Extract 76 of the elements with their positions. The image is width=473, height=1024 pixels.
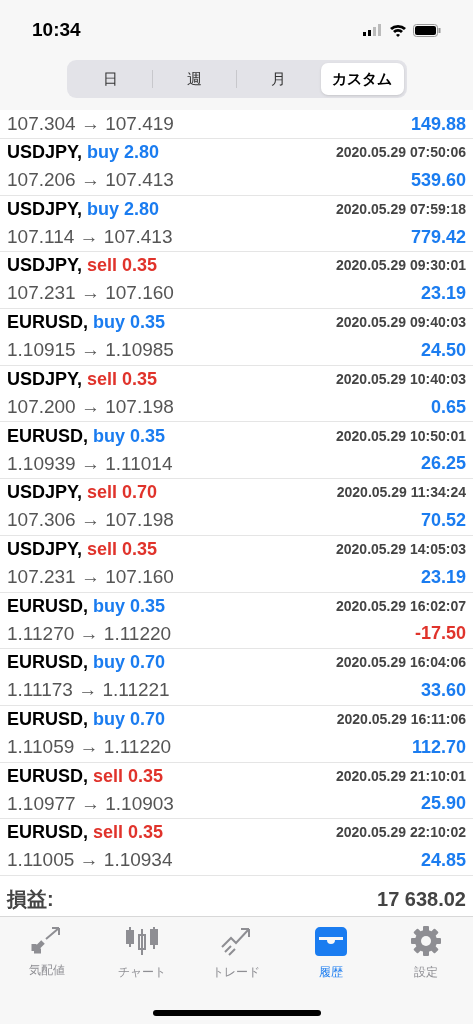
- price-range: 107.304 → 107.419: [7, 111, 174, 136]
- tab-bar-item[interactable]: 履歴: [283, 925, 379, 981]
- price-range: 1.11005 → 1.10934: [7, 848, 173, 873]
- price-range: 1.11270 → 1.11220: [7, 621, 172, 646]
- deal-title: USDJPY, sell 0.70: [7, 481, 158, 505]
- period-tab[interactable]: 日: [69, 63, 153, 95]
- deal-time: 2020.05.29 21:10:01: [336, 766, 466, 786]
- profit-value: 70.52: [420, 508, 466, 532]
- profit-value: 24.85: [420, 849, 466, 873]
- price-range: 107.231 → 107.160: [7, 281, 174, 306]
- profit-value: 149.88: [410, 112, 466, 136]
- price-range: 107.114 → 107.413: [7, 224, 173, 249]
- deal-row[interactable]: USDJPY, buy 2.80 2020.05.29 07:59:18 107.114 → 107.413 779.42: [0, 195, 473, 253]
- price-range: 107.231 → 107.160: [7, 564, 174, 589]
- deal-row[interactable]: EURUSD, buy 0.35 2020.05.29 10:50:01 1.10939 → 1.11014 26.25: [0, 422, 473, 480]
- candlestick-icon: [124, 925, 159, 957]
- battery-icon: [413, 23, 441, 37]
- profit-value: 779.42: [410, 225, 466, 249]
- deal-title: EURUSD, buy 0.70: [7, 707, 166, 731]
- profit-value: 33.60: [420, 679, 466, 703]
- deal-time: 2020.05.29 10:40:03: [336, 369, 466, 389]
- deal-title: EURUSD, buy 0.35: [7, 311, 166, 335]
- profit-value: 24.50: [420, 338, 466, 362]
- deal-row[interactable]: EURUSD, sell 0.35 2020.05.29 21:10:01 1.10977 → 1.10903 25.90: [0, 762, 473, 820]
- price-range: 1.10939 → 1.11014: [7, 451, 173, 476]
- period-tab[interactable]: 月: [237, 63, 320, 95]
- profit-value: 539.60: [410, 168, 466, 192]
- deal-row[interactable]: EURUSD, buy 0.70 2020.05.29 16:11:06 1.11059 → 1.11220 112.70: [0, 705, 473, 763]
- period-tab[interactable]: カスタム: [320, 63, 404, 95]
- deal-row[interactable]: EURUSD, sell 0.35 2020.05.29 22:10:02 1.11005 → 1.10934 24.85: [0, 819, 473, 876]
- deal-time: 2020.05.29 09:40:03: [336, 313, 466, 333]
- deal-time: 2020.05.29 16:04:06: [336, 653, 466, 673]
- deal-title: USDJPY, sell 0.35: [7, 367, 158, 391]
- deal-time: 2020.05.29 11:34:24: [336, 483, 466, 503]
- price-range: 107.206 → 107.413: [7, 168, 174, 193]
- profit-value: 23.19: [420, 565, 466, 589]
- deal-row[interactable]: EURUSD, buy 0.35 2020.05.29 16:02:07 1.11270 → 1.11220 -17.50: [0, 592, 473, 650]
- deal-title: EURUSD, buy 0.70: [7, 651, 166, 675]
- price-range: 1.10915 → 1.10985: [7, 338, 174, 363]
- profit-value: 23.19: [420, 282, 466, 306]
- deal-time: 2020.05.29 10:50:01: [336, 426, 466, 446]
- deal-row[interactable]: USDJPY, sell 0.70 2020.05.29 11:34:24 107.306 → 107.198 70.52: [0, 479, 473, 536]
- profit-value: -17.50: [414, 622, 466, 646]
- deal-row[interactable]: EURUSD, buy 0.35 2020.05.29 09:40:03 1.10915 → 1.10985 24.50: [0, 309, 473, 366]
- signal-icon: [363, 24, 383, 36]
- price-range: 1.11059 → 1.11220: [7, 734, 172, 759]
- deal-time: 2020.05.29 16:02:07: [336, 596, 466, 616]
- deal-time: 2020.05.29 09:30:01: [336, 256, 466, 276]
- deal-title: EURUSD, sell 0.35: [7, 821, 164, 845]
- deal-time: 2020.05.29 22:10:02: [336, 823, 466, 843]
- inbox-icon: [314, 925, 349, 957]
- profit-value: 26.25: [420, 452, 466, 476]
- deal-time: 2020.05.29 16:11:06: [336, 709, 466, 729]
- wifi-icon: [389, 23, 407, 37]
- profit-value: 0.65: [430, 395, 466, 419]
- deal-time: 2020.05.29 14:05:03: [336, 539, 466, 559]
- deal-title: EURUSD, buy 0.35: [7, 594, 166, 618]
- deal-title: EURUSD, buy 0.35: [7, 424, 166, 448]
- price-range: 1.11173 → 1.11221: [7, 678, 170, 703]
- summary-label: 損益:: [7, 886, 54, 912]
- deal-time: 2020.05.29 07:50:06: [336, 143, 466, 163]
- settings-icon: [409, 925, 442, 957]
- summary-value: 17 638.02: [377, 886, 466, 912]
- deal-title: USDJPY, buy 2.80: [7, 141, 160, 165]
- price-range: 107.306 → 107.198: [7, 508, 174, 533]
- status-time: 10:34: [32, 17, 81, 42]
- price-range: 1.10977 → 1.10903: [7, 791, 174, 816]
- price-range: 107.200 → 107.198: [7, 394, 174, 419]
- profit-value: 112.70: [411, 735, 466, 759]
- deal-title: USDJPY, sell 0.35: [7, 254, 158, 278]
- deal-time: 2020.05.29 07:59:18: [336, 199, 466, 219]
- period-tab[interactable]: 週: [153, 63, 236, 95]
- deal-title: USDJPY, buy 2.80: [7, 197, 160, 221]
- deal-title: EURUSD, sell 0.35: [7, 764, 164, 788]
- deal-title: USDJPY, sell 0.35: [7, 537, 158, 561]
- profit-value: 25.90: [420, 792, 466, 816]
